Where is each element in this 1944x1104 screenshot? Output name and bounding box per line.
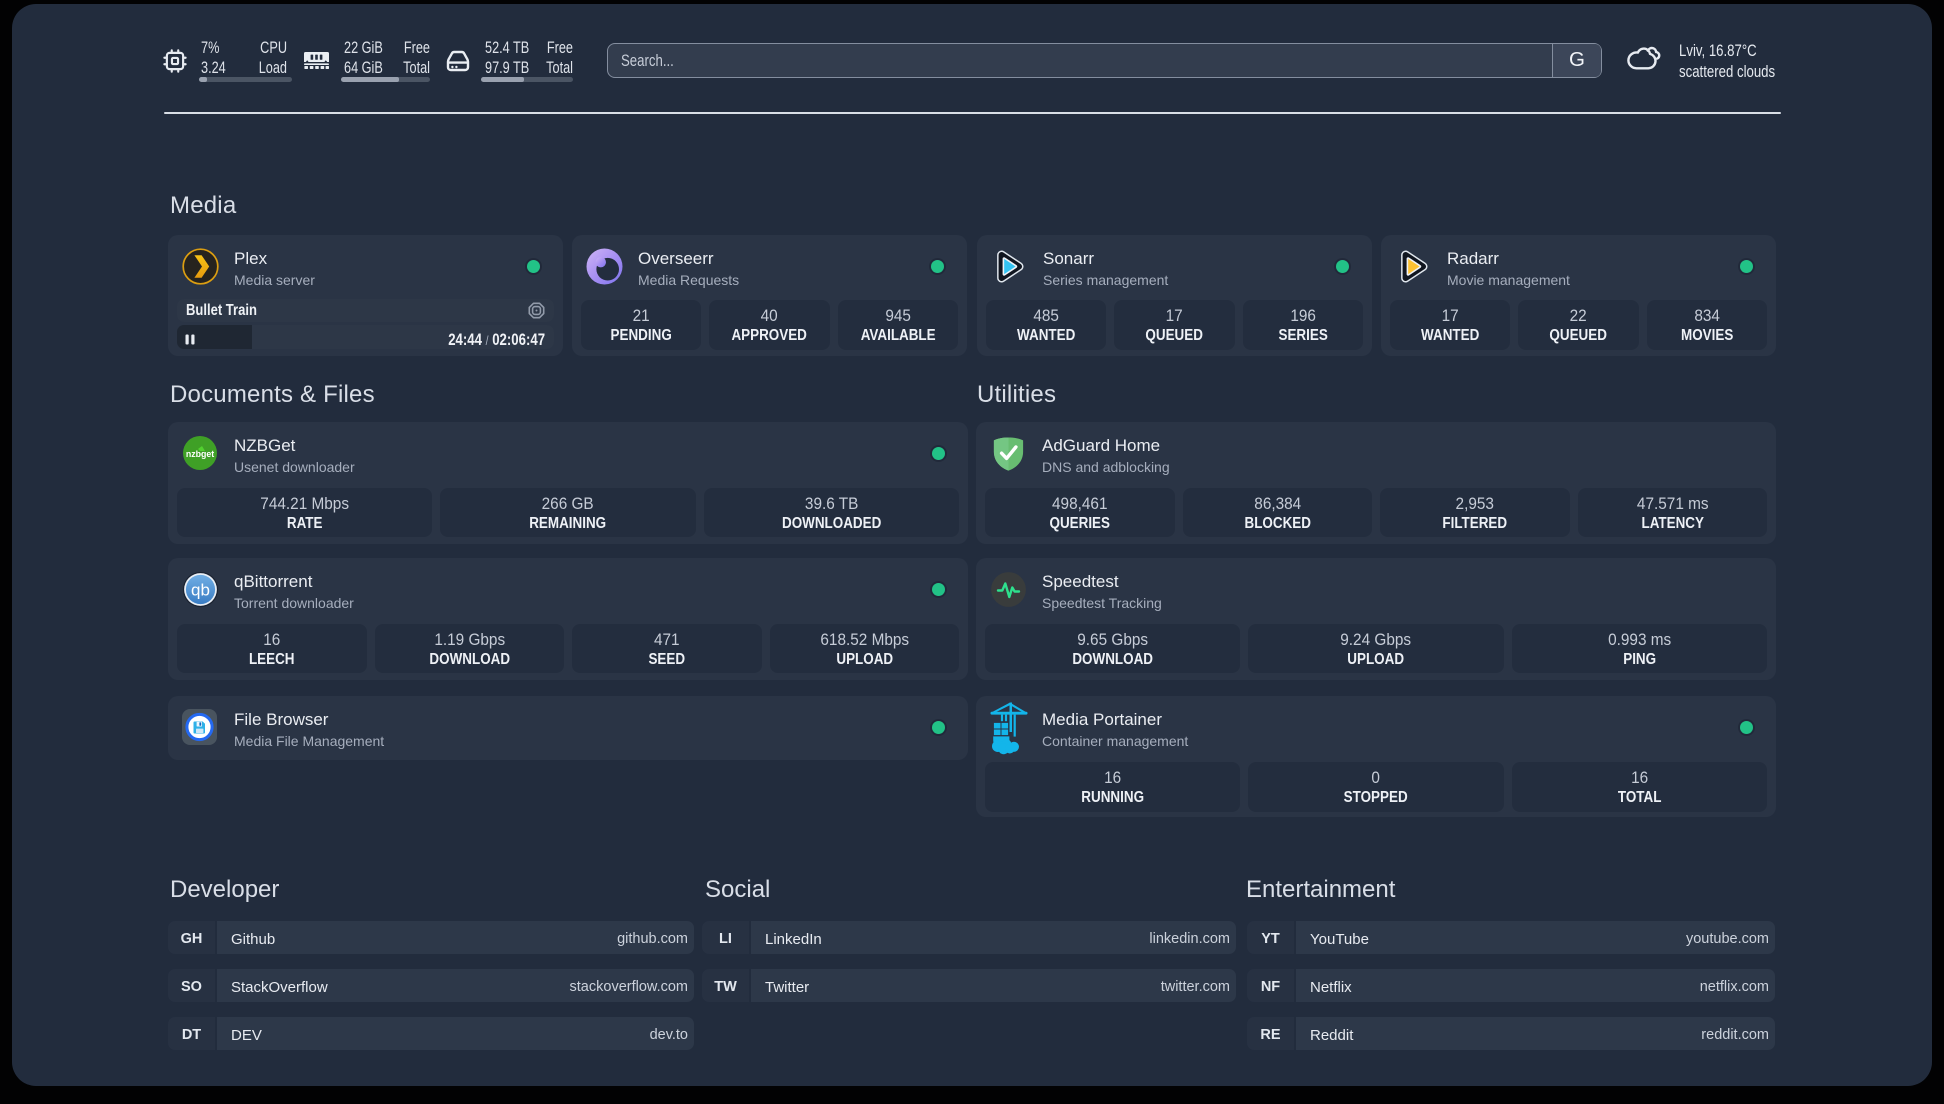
svg-text:qb: qb (191, 581, 210, 600)
svg-text:nzbget: nzbget (186, 449, 214, 459)
